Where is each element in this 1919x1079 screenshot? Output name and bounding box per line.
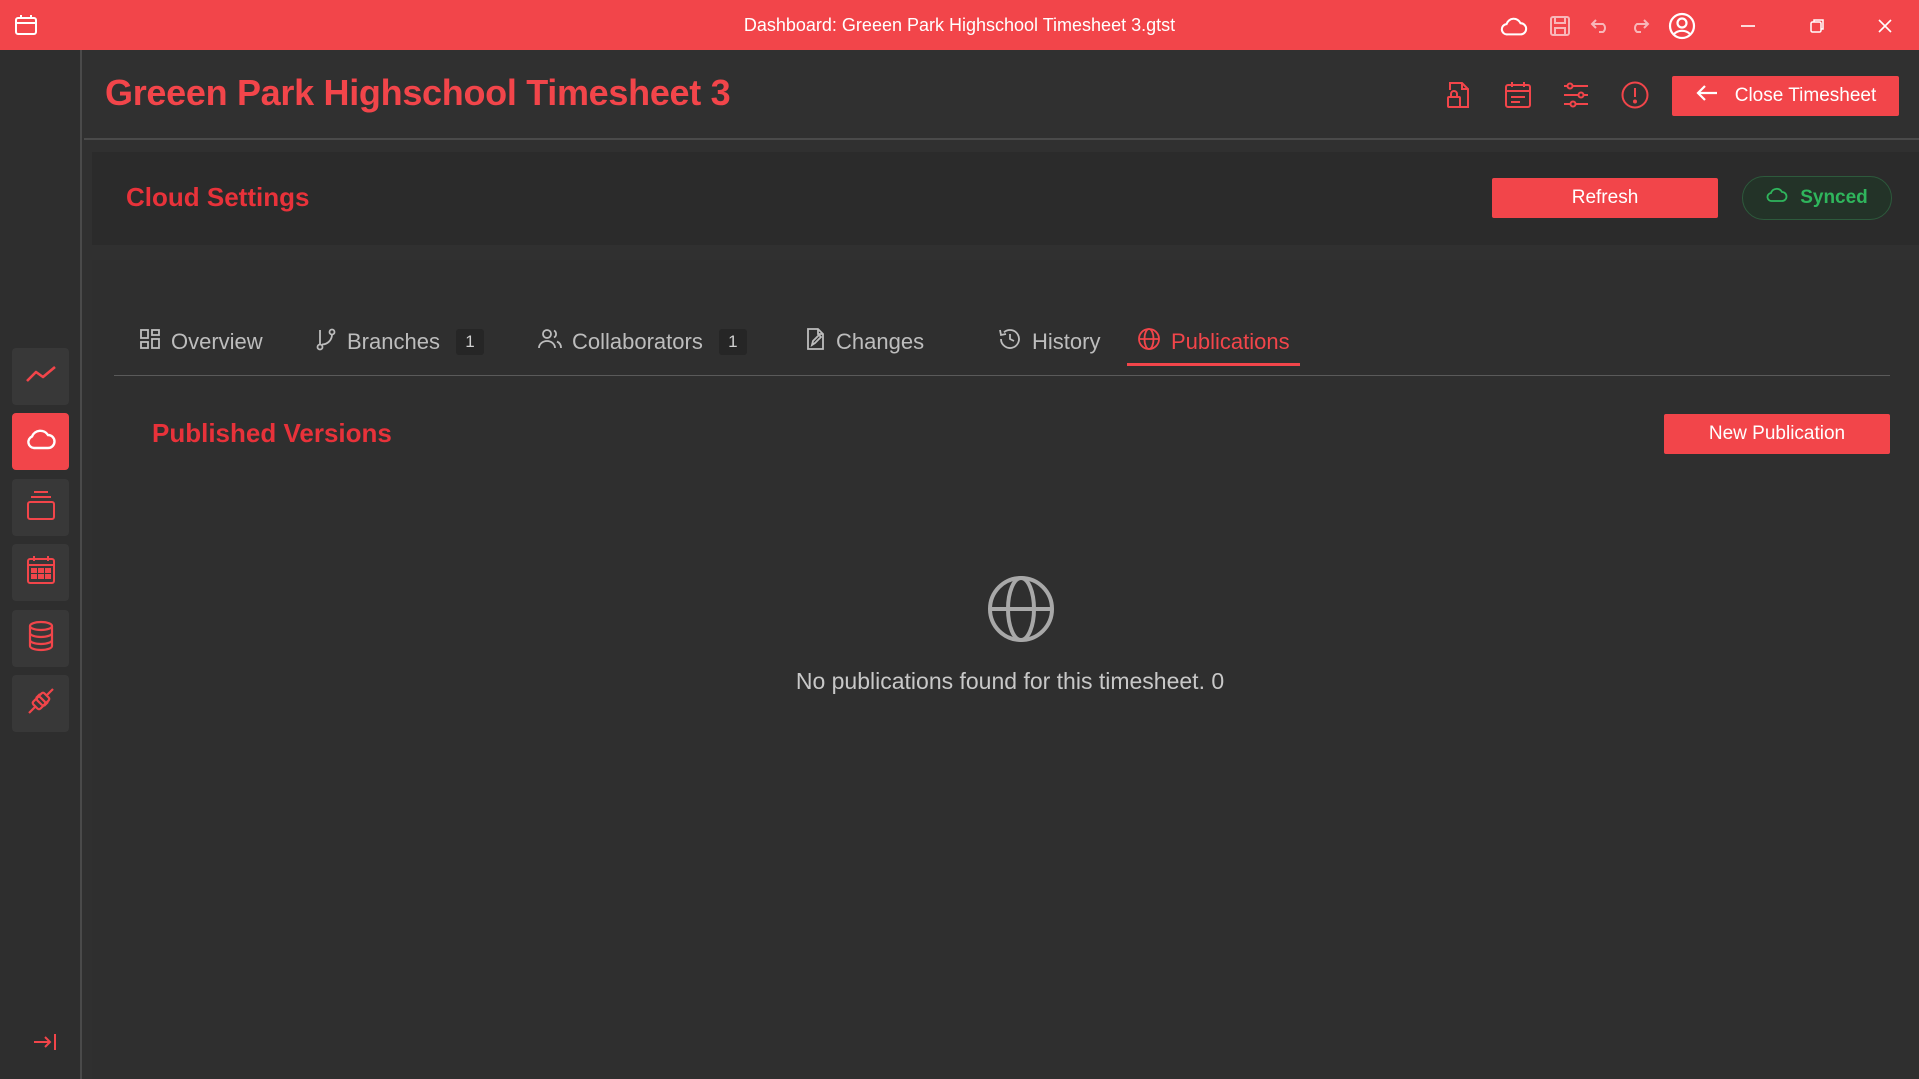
restore-icon[interactable]	[1803, 12, 1831, 40]
tab-changes-label: Changes	[836, 329, 925, 354]
tab-overview[interactable]: Overview	[129, 308, 273, 376]
tab-branches[interactable]: Branches 1	[305, 308, 494, 376]
file-lock-icon[interactable]	[1444, 80, 1474, 110]
tab-publications[interactable]: Publications	[1127, 308, 1300, 376]
branch-icon	[315, 327, 337, 357]
database-icon	[27, 620, 55, 657]
plug-icon	[26, 686, 56, 721]
cloud-icon	[25, 427, 57, 456]
published-versions-title: Published Versions	[152, 418, 392, 448]
undo-icon[interactable]	[1586, 12, 1614, 40]
window-titlebar: Dashboard: Greeen Park Highschool Timesh…	[0, 0, 1919, 50]
close-timesheet-label: Close Timesheet	[1734, 85, 1877, 106]
cloud-sync-icon[interactable]	[1500, 12, 1528, 40]
close-window-icon[interactable]	[1871, 12, 1899, 40]
file-edit-icon	[804, 327, 826, 357]
page-title: Greeen Park Highschool Timesheet 3	[105, 72, 731, 113]
redo-icon[interactable]	[1626, 12, 1654, 40]
grid-icon	[139, 328, 161, 356]
sync-status-badge: Synced	[1742, 176, 1892, 220]
tab-publications-label: Publications	[1171, 329, 1290, 354]
save-icon[interactable]	[1546, 12, 1574, 40]
user-account-icon[interactable]	[1668, 12, 1696, 40]
arrow-left-icon	[1695, 84, 1719, 108]
layers-icon	[26, 489, 56, 526]
tab-history[interactable]: History	[988, 308, 1110, 376]
tab-collaborators-label: Collaborators	[572, 329, 703, 354]
sidebar-item-analytics[interactable]	[12, 348, 69, 405]
cloud-settings-card: Cloud Settings Refresh Synced	[92, 152, 1919, 245]
tab-history-label: History	[1032, 329, 1101, 354]
publications-panel: Overview Branches 1 Collaborators 1 Chan…	[92, 260, 1919, 1079]
page-header: Greeen Park Highschool Timesheet 3 Close…	[84, 50, 1919, 140]
tab-collaborators[interactable]: Collaborators 1	[528, 308, 757, 376]
sidebar	[0, 50, 82, 1079]
cloud-status-icon	[1766, 187, 1788, 209]
cloud-settings-title: Cloud Settings	[126, 182, 310, 212]
alert-icon[interactable]	[1620, 80, 1650, 110]
trend-icon	[25, 363, 57, 390]
sliders-icon[interactable]	[1561, 80, 1591, 110]
expand-sidebar-icon[interactable]	[32, 1032, 58, 1057]
minimize-icon[interactable]	[1734, 12, 1762, 40]
tab-changes[interactable]: Changes	[794, 308, 934, 376]
tab-branches-label: Branches	[347, 329, 440, 354]
history-icon	[998, 327, 1022, 357]
empty-state-globe-icon	[986, 574, 1056, 649]
users-icon	[538, 328, 562, 356]
sidebar-item-integrations[interactable]	[12, 675, 69, 732]
sync-status-label: Synced	[1800, 187, 1868, 208]
sidebar-item-cloud[interactable]	[12, 413, 69, 470]
close-timesheet-button[interactable]: Close Timesheet	[1672, 76, 1899, 116]
calendar-icon	[26, 555, 56, 590]
empty-state-message: No publications found for this timesheet…	[795, 668, 1225, 694]
new-publication-button[interactable]: New Publication	[1664, 414, 1890, 454]
collaborators-count-badge: 1	[718, 329, 747, 355]
tab-bar: Overview Branches 1 Collaborators 1 Chan…	[114, 308, 1890, 376]
refresh-button[interactable]: Refresh	[1492, 178, 1718, 218]
calendar-settings-icon[interactable]	[1503, 80, 1533, 110]
sidebar-item-layers[interactable]	[12, 479, 69, 536]
branches-count-badge: 1	[455, 329, 484, 355]
tab-overview-label: Overview	[171, 329, 263, 354]
sidebar-item-database[interactable]	[12, 610, 69, 667]
globe-icon	[1137, 327, 1161, 357]
sidebar-item-calendar[interactable]	[12, 544, 69, 601]
